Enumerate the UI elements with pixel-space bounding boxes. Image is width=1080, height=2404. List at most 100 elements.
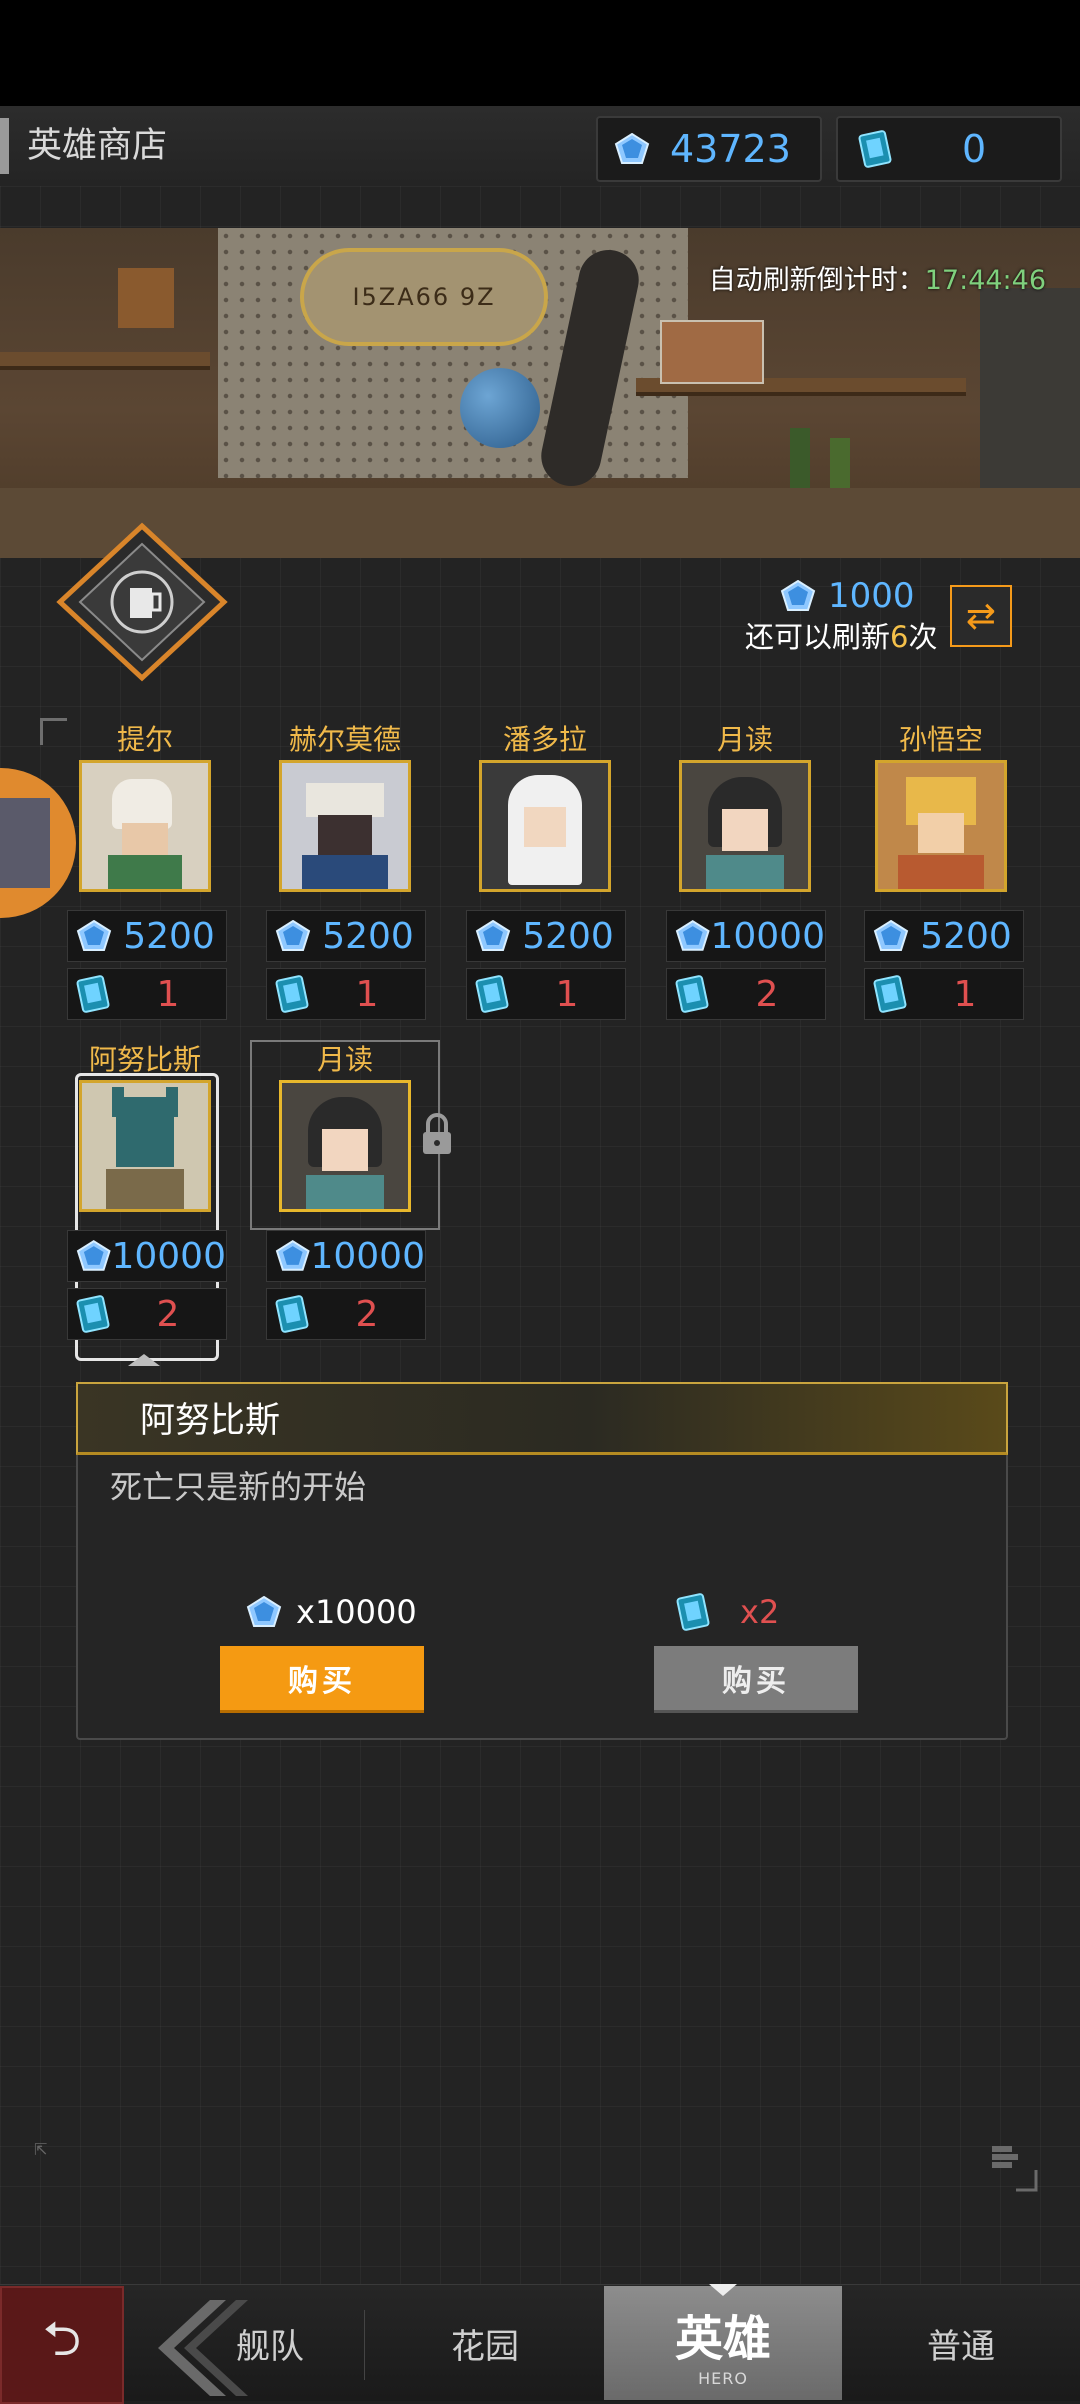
refresh-icon: ⇄: [965, 595, 997, 637]
scroll-price-value: 2: [156, 1293, 180, 1335]
hero-detail-description: 死亡只是新的开始: [110, 1468, 367, 1506]
scroll-price: 2: [666, 968, 826, 1020]
gem-balance-value: 43723: [670, 127, 791, 171]
gem-icon: [675, 920, 710, 952]
hero-name: 月读: [316, 1043, 373, 1076]
scroll-balance-value: 0: [962, 127, 987, 171]
hero-portrait: [279, 1080, 411, 1212]
scroll-price: 1: [466, 968, 626, 1020]
hero-shop-emblem: [56, 522, 228, 682]
scroll-icon: [675, 974, 709, 1014]
refresh-cost-value: 1000: [828, 576, 915, 616]
hero-card[interactable]: 孙悟空: [846, 720, 1036, 892]
tab-normal[interactable]: 普通: [856, 2286, 1066, 2400]
hero-name: 月读: [716, 723, 773, 756]
gem-icon: [275, 1240, 310, 1272]
scroll-price-value: 1: [355, 973, 379, 1015]
gem-price-value: 10000: [111, 1235, 226, 1277]
page-title: 英雄商店: [0, 118, 167, 174]
refresh-remaining: 还可以刷新6次: [745, 620, 938, 654]
scroll-price-value: 1: [156, 973, 180, 1015]
hero-name: 提尔: [116, 723, 173, 756]
gem-price-value: 5200: [522, 915, 614, 957]
scroll-icon: [76, 1294, 110, 1334]
tab-garden[interactable]: 花园: [380, 2286, 590, 2400]
scroll-cost-value: x2: [740, 1593, 780, 1631]
gem-price-value: 5200: [322, 915, 414, 957]
hero-card[interactable]: 月读: [650, 720, 840, 892]
shop-sign: I5ZA66 9Z: [300, 248, 548, 346]
back-button[interactable]: ⮌: [0, 2286, 124, 2404]
hero-card-locked[interactable]: 月读: [250, 1040, 440, 1212]
refresh-timer: 自动刷新倒计时：17:44:46: [708, 265, 1046, 296]
hero-card-selected[interactable]: 阿努比斯: [50, 1040, 240, 1212]
collapse-icon: ⇱: [34, 2140, 48, 2159]
buy-with-scrolls-button[interactable]: 购买: [654, 1646, 858, 1713]
gem-icon: [614, 133, 650, 165]
scroll-price: 1: [67, 968, 227, 1020]
scroll-icon: [676, 1592, 710, 1632]
gem-icon: [475, 920, 511, 952]
gem-price: 5200: [864, 910, 1024, 962]
scroll-price-value: 2: [755, 973, 779, 1015]
gem-price-value: 5200: [123, 915, 215, 957]
hero-card[interactable]: 赫尔莫德: [250, 720, 440, 892]
refresh-cost: 1000: [780, 576, 915, 616]
gem-price-value: 10000: [710, 915, 825, 957]
selection-pointer: [128, 1354, 160, 1366]
scroll-icon: [873, 974, 907, 1014]
hero-portrait: [479, 760, 611, 892]
scroll-icon: [858, 129, 892, 169]
buy-with-gems-button[interactable]: 购买: [220, 1646, 424, 1713]
scroll-icon: [76, 974, 110, 1014]
back-arrow-icon: ⮌: [42, 2310, 82, 2367]
gem-icon: [780, 580, 816, 612]
hero-name: 孙悟空: [898, 723, 983, 756]
tab-fleet[interactable]: 舰队: [170, 2286, 370, 2400]
gem-balance: 43723: [596, 116, 822, 182]
scroll-price-value: 1: [555, 973, 579, 1015]
scroll-icon: [275, 1294, 309, 1334]
tab-hero-label: 英雄: [674, 2310, 771, 2367]
gem-price: 10000: [266, 1230, 426, 1282]
scroll-price: 2: [266, 1288, 426, 1340]
scroll-price: 1: [864, 968, 1024, 1020]
hero-portrait: [79, 760, 211, 892]
stack-icon: [992, 2146, 1038, 2192]
hero-portrait: [875, 760, 1007, 892]
hero-portrait: [679, 760, 811, 892]
scroll-price-value: 2: [355, 1293, 379, 1335]
gem-price: 10000: [67, 1230, 227, 1282]
scroll-price: 2: [67, 1288, 227, 1340]
tab-hero[interactable]: 英雄 HERO: [604, 2286, 842, 2400]
gem-icon: [873, 920, 909, 952]
scroll-balance: 0: [836, 116, 1062, 182]
scroll-price: 1: [266, 968, 426, 1020]
gem-icon: [275, 920, 311, 952]
tab-divider: [364, 2310, 365, 2380]
hero-name: 赫尔莫德: [288, 723, 401, 756]
hero-card[interactable]: 提尔: [50, 720, 240, 892]
tab-hero-sublabel: HERO: [698, 2368, 748, 2388]
hero-card[interactable]: 潘多拉: [450, 720, 640, 892]
scroll-cost: x2: [676, 1590, 779, 1634]
gem-icon: [76, 1240, 111, 1272]
gem-price: 5200: [266, 910, 426, 962]
refresh-button[interactable]: ⇄: [950, 585, 1012, 647]
hero-portrait: [79, 1080, 211, 1212]
scroll-price-value: 1: [953, 973, 977, 1015]
lock-icon: [423, 1113, 451, 1154]
gem-icon: [246, 1596, 282, 1628]
gem-price: 10000: [666, 910, 826, 962]
hero-name: 阿努比斯: [88, 1043, 201, 1076]
active-tab-indicator: [709, 2284, 737, 2296]
gem-icon: [76, 920, 112, 952]
hero-portrait: [279, 760, 411, 892]
status-bar: [0, 0, 1080, 106]
gem-price-value: 10000: [310, 1235, 425, 1277]
scroll-icon: [275, 974, 309, 1014]
hero-name: 潘多拉: [502, 723, 587, 756]
gem-price-value: 5200: [920, 915, 1012, 957]
scroll-icon: [475, 974, 509, 1014]
gem-cost: x10000: [246, 1590, 417, 1634]
